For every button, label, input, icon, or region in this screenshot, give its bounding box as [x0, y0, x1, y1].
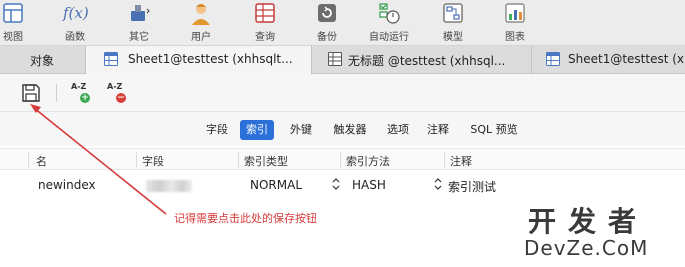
cell-fields-redacted[interactable] — [146, 180, 192, 192]
table-icon — [104, 52, 118, 66]
save-button[interactable] — [20, 82, 42, 104]
subtab-foreign-keys[interactable]: 外键 — [282, 120, 320, 140]
tab-untitled[interactable]: 无标题 @testtest (xhhsql... — [312, 46, 532, 74]
backup-icon — [318, 4, 336, 22]
cell-index-method[interactable]: HASH — [352, 178, 386, 192]
main-toolbar: 视图 f(x) 函数 其它 用户 查询 备份 自动运行 模型 图表 — [0, 0, 685, 46]
watermark-logo-en: DevZe.CoM — [524, 236, 649, 260]
subtab-options[interactable]: 选项 — [380, 120, 416, 140]
cell-comment[interactable]: 索引测试 — [448, 178, 496, 195]
toolbar-backup-label: 备份 — [317, 32, 337, 43]
tab-sheet1-second[interactable]: Sheet1@testtest (xhh — [532, 46, 685, 74]
index-grid-header: 名 字段 索引类型 索引方法 注释 — [0, 148, 685, 170]
function-icon: f(x) — [63, 4, 89, 22]
subtab-sql-preview[interactable]: SQL 预览 — [462, 120, 526, 140]
subtab-indexes[interactable]: 索引 — [240, 120, 274, 140]
subtab-triggers[interactable]: 触发器 — [326, 120, 374, 140]
header-index-type[interactable]: 索引类型 — [244, 153, 288, 169]
tab-sheet1-label: Sheet1@testtest (xhhsqlt... — [128, 52, 293, 66]
subtab-comments[interactable]: 注释 — [420, 120, 456, 140]
column-divider — [340, 152, 341, 168]
column-divider — [28, 152, 29, 168]
plus-icon: + — [80, 93, 90, 103]
watermark-logo-cn: 开发者 — [528, 205, 649, 238]
column-divider — [444, 152, 445, 168]
object-toolbar: A-Z + A-Z − — [0, 74, 685, 112]
column-divider — [136, 152, 137, 168]
cell-index-type[interactable]: NORMAL — [250, 178, 302, 192]
annotation-text: 记得需要点击此处的保存按钮 — [174, 212, 317, 225]
subtab-fields[interactable]: 字段 — [198, 120, 236, 140]
view-icon — [3, 3, 23, 23]
header-fields[interactable]: 字段 — [142, 153, 164, 169]
toolbar-view-button[interactable]: 视图 — [0, 0, 38, 46]
tab-objects[interactable]: 对象 — [0, 46, 86, 74]
toolbar-user-button[interactable]: 用户 — [176, 0, 226, 46]
toolbar-chart-label: 图表 — [505, 32, 525, 43]
toolbar-function-label: 函数 — [65, 32, 85, 43]
toolbar-tools-label: 其它 — [129, 32, 149, 43]
sort-az-icon: A-Z — [107, 82, 123, 91]
tab-sheet1-second-label: Sheet1@testtest (xhh — [568, 52, 685, 66]
add-index-button[interactable]: A-Z + — [70, 82, 92, 104]
tab-sheet1-active[interactable]: Sheet1@testtest (xhhsqlt... — [86, 46, 312, 74]
toolbar-chart-button[interactable]: 图表 — [490, 0, 540, 46]
toolbar-query-button[interactable]: 查询 — [240, 0, 290, 46]
chart-icon — [505, 3, 525, 23]
tab-objects-label: 对象 — [30, 54, 55, 68]
designer-subtabs: 字段 索引 外键 触发器 选项 注释 SQL 预览 — [0, 112, 685, 146]
toolbar-function-button[interactable]: f(x) 函数 — [50, 0, 100, 46]
user-icon — [192, 4, 210, 25]
table-icon — [546, 52, 560, 66]
header-name[interactable]: 名 — [36, 153, 47, 169]
table-row[interactable]: newindex NORMAL HASH 索引测试 — [0, 174, 685, 196]
tools-icon — [131, 5, 150, 21]
tab-bar: 对象 Sheet1@testtest (xhhsqlt... 无标题 @test… — [0, 46, 685, 74]
toolbar-model-label: 模型 — [443, 32, 463, 43]
minus-icon: − — [116, 93, 126, 103]
index-method-stepper-icon[interactable] — [434, 177, 442, 191]
model-icon — [443, 3, 463, 23]
toolbar-backup-button[interactable]: 备份 — [302, 0, 352, 46]
query-icon — [255, 3, 275, 23]
toolbar-divider — [56, 84, 57, 102]
sort-az-icon: A-Z — [71, 82, 87, 91]
toolbar-user-label: 用户 — [191, 32, 211, 43]
index-type-stepper-icon[interactable] — [332, 177, 340, 191]
cell-index-name[interactable]: newindex — [38, 178, 96, 192]
toolbar-model-button[interactable]: 模型 — [428, 0, 478, 46]
automation-icon — [379, 3, 400, 24]
query-icon — [328, 52, 342, 66]
toolbar-view-label: 视图 — [3, 32, 23, 43]
toolbar-automation-label: 自动运行 — [369, 32, 409, 43]
toolbar-tools-button[interactable]: 其它 — [114, 0, 164, 46]
delete-index-button[interactable]: A-Z − — [106, 82, 128, 104]
column-divider — [238, 152, 239, 168]
toolbar-query-label: 查询 — [255, 32, 275, 43]
header-comment[interactable]: 注释 — [450, 153, 472, 169]
header-index-method[interactable]: 索引方法 — [346, 153, 390, 169]
tab-untitled-label: 无标题 @testtest (xhhsql... — [348, 54, 506, 68]
toolbar-automation-button[interactable]: 自动运行 — [364, 0, 414, 46]
